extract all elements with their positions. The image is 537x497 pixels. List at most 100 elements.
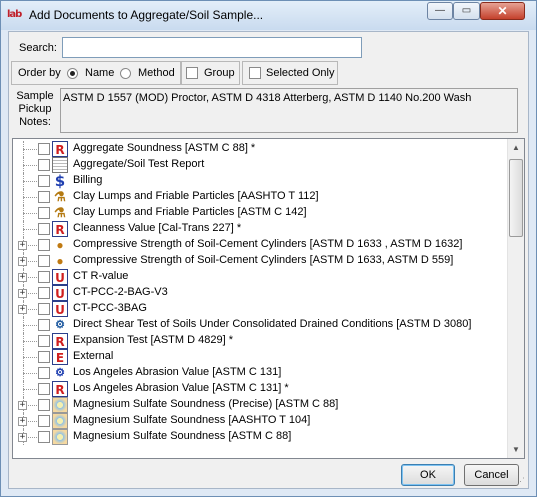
document-row[interactable]: + Magnesium Sulfate Soundness [AASHTO T 1… — [13, 413, 503, 429]
group-checkbox[interactable] — [186, 67, 198, 79]
document-checkbox[interactable] — [38, 367, 50, 379]
ok-button[interactable]: OK — [401, 464, 455, 486]
order-by-method-radio[interactable] — [120, 68, 131, 79]
report-R-icon: R — [52, 221, 68, 237]
document-list[interactable]: ▲ ▼ R Aggregate Soundness [ASTM C 88] * Ag… — [12, 138, 525, 459]
report-R-icon: R — [52, 381, 68, 397]
document-label: Los Angeles Abrasion Value [ASTM C 131] — [73, 366, 282, 378]
document-row[interactable]: R Cleanness Value [Cal-Trans 227] * — [13, 221, 503, 237]
document-checkbox[interactable] — [38, 431, 50, 443]
order-by-name-label[interactable]: Name — [85, 67, 114, 79]
document-row[interactable]: R Expansion Test [ASTM D 4829] * — [13, 333, 503, 349]
document-checkbox[interactable] — [38, 399, 50, 411]
document-checkbox[interactable] — [38, 143, 50, 155]
order-by-label: Order by — [18, 67, 61, 79]
group-checkbox-label[interactable]: Group — [204, 67, 235, 79]
title-bar[interactable]: lab Add Documents to Aggregate/Soil Samp… — [1, 1, 536, 30]
document-checkbox[interactable] — [38, 175, 50, 187]
flask-icon: ⚗ — [54, 205, 66, 220]
document-row[interactable]: ⚗ Clay Lumps and Friable Particles [AASHT… — [13, 189, 503, 205]
group-option-box: Group — [181, 61, 240, 85]
expand-icon[interactable]: + — [18, 305, 27, 314]
document-row[interactable]: ⚗ Clay Lumps and Friable Particles [ASTM … — [13, 205, 503, 221]
expand-icon[interactable]: + — [18, 417, 27, 426]
tree-connector — [23, 373, 37, 374]
document-checkbox[interactable] — [38, 159, 50, 171]
document-label: Los Angeles Abrasion Value [ASTM C 131] … — [73, 382, 289, 394]
abrasion-icon: ⚙ — [55, 367, 65, 379]
document-checkbox[interactable] — [38, 383, 50, 395]
expand-icon[interactable]: + — [18, 241, 27, 250]
vertical-scrollbar[interactable]: ▲ ▼ — [507, 139, 524, 458]
resize-grip-icon[interactable]: ⋰ — [516, 476, 526, 486]
document-checkbox[interactable] — [38, 319, 50, 331]
document-checkbox[interactable] — [38, 287, 50, 299]
cancel-button[interactable]: Cancel — [464, 464, 519, 486]
sample-pickup-notes: ASTM D 1557 (MOD) Proctor, ASTM D 4318 A… — [60, 88, 518, 133]
expand-icon[interactable]: + — [18, 273, 27, 282]
document-row[interactable]: ⚙ Direct Shear Test of Soils Under Consol… — [13, 317, 503, 333]
scroll-down-arrow-icon[interactable]: ▼ — [508, 441, 524, 458]
selected-only-label[interactable]: Selected Only — [266, 67, 334, 79]
document-checkbox[interactable] — [38, 191, 50, 203]
sulfate-icon — [52, 413, 68, 429]
tree-connector — [23, 165, 37, 166]
document-label: Compressive Strength of Soil-Cement Cyli… — [73, 254, 454, 266]
expand-icon[interactable]: + — [18, 257, 27, 266]
report-R-icon: R — [52, 141, 68, 157]
report-U-icon: U — [52, 285, 68, 301]
selected-only-checkbox[interactable] — [249, 67, 261, 79]
document-row[interactable]: E External — [13, 349, 503, 365]
document-checkbox[interactable] — [38, 207, 50, 219]
document-row[interactable]: + Magnesium Sulfate Soundness [ASTM C 88] — [13, 429, 503, 445]
document-row[interactable]: ⚙ Los Angeles Abrasion Value [ASTM C 131] — [13, 365, 503, 381]
document-row[interactable]: $ Billing — [13, 173, 503, 189]
expand-icon[interactable]: + — [18, 401, 27, 410]
order-by-method-label[interactable]: Method — [138, 67, 175, 79]
document-row[interactable]: R Aggregate Soundness [ASTM C 88] * — [13, 141, 503, 157]
document-checkbox[interactable] — [38, 223, 50, 235]
document-row[interactable]: + U CT-PCC-3BAG — [13, 301, 503, 317]
document-row[interactable]: + U CT R-value — [13, 269, 503, 285]
expand-icon[interactable]: + — [18, 289, 27, 298]
report-R-icon: R — [52, 333, 68, 349]
document-label: Cleanness Value [Cal-Trans 227] * — [73, 222, 242, 234]
document-checkbox[interactable] — [38, 335, 50, 347]
document-row[interactable]: + ● Compressive Strength of Soil-Cement Cy… — [13, 237, 503, 253]
document-label: Clay Lumps and Friable Particles [ASTM C… — [73, 206, 307, 218]
document-label: Magnesium Sulfate Soundness [AASHTO T 10… — [73, 414, 311, 426]
sample-pickup-notes-label: Sample Pickup Notes: — [11, 90, 59, 129]
document-checkbox[interactable] — [38, 351, 50, 363]
document-label: Expansion Test [ASTM D 4829] * — [73, 334, 233, 346]
close-button[interactable]: ✕ — [480, 2, 525, 20]
minimize-button[interactable]: — — [427, 2, 453, 20]
search-input[interactable] — [62, 37, 362, 58]
scroll-up-arrow-icon[interactable]: ▲ — [508, 139, 524, 156]
document-checkbox[interactable] — [38, 415, 50, 427]
tree-connector — [23, 325, 37, 326]
document-row[interactable]: Aggregate/Soil Test Report — [13, 157, 503, 173]
order-by-name-radio[interactable] — [67, 68, 78, 79]
document-checkbox[interactable] — [38, 303, 50, 315]
document-label: CT-PCC-2-BAG-V3 — [73, 286, 168, 298]
document-label: Billing — [73, 174, 103, 186]
document-label: Magnesium Sulfate Soundness [ASTM C 88] — [73, 430, 292, 442]
document-row[interactable]: + ● Compressive Strength of Soil-Cement Cy… — [13, 253, 503, 269]
document-label: CT R-value — [73, 270, 129, 282]
tree-connector — [23, 197, 37, 198]
dollar-icon: $ — [54, 172, 66, 190]
scrollbar-thumb[interactable] — [509, 159, 523, 237]
document-row[interactable]: + U CT-PCC-2-BAG-V3 — [13, 285, 503, 301]
maximize-button[interactable]: ▭ — [453, 2, 480, 20]
document-checkbox[interactable] — [38, 271, 50, 283]
sulfate-icon — [52, 429, 68, 445]
document-row[interactable]: + Magnesium Sulfate Soundness (Precise) [… — [13, 397, 503, 413]
selected-only-box: Selected Only — [242, 61, 338, 85]
document-checkbox[interactable] — [38, 239, 50, 251]
document-checkbox[interactable] — [38, 255, 50, 267]
report-U-icon: U — [52, 269, 68, 285]
document-label: Clay Lumps and Friable Particles [AASHTO… — [73, 190, 319, 202]
document-row[interactable]: R Los Angeles Abrasion Value [ASTM C 131]… — [13, 381, 503, 397]
document-label: Direct Shear Test of Soils Under Consoli… — [73, 318, 472, 330]
expand-icon[interactable]: + — [18, 433, 27, 442]
